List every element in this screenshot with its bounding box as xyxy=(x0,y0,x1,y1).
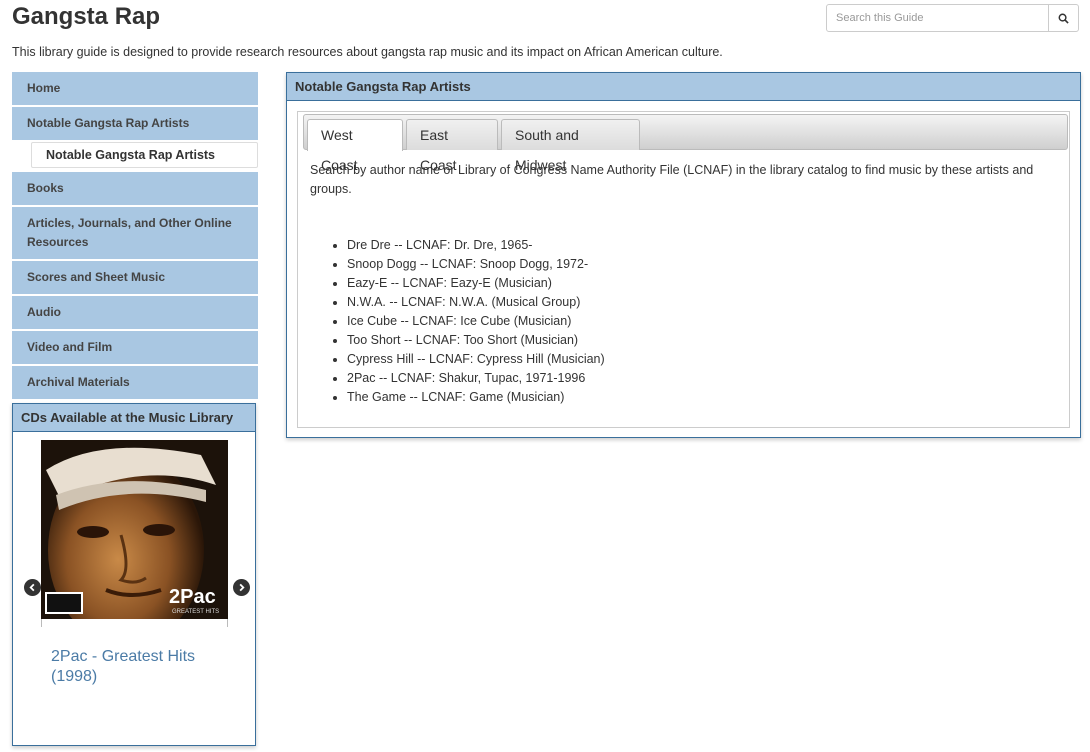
list-item: Eazy-E -- LCNAF: Eazy-E (Musician) xyxy=(347,274,605,293)
side-nav: Home Notable Gangsta Rap Artists Notable… xyxy=(12,72,258,401)
list-item: 2Pac -- LCNAF: Shakur, Tupac, 1971-1996 xyxy=(347,369,605,388)
page-title: Gangsta Rap xyxy=(12,3,161,30)
cd-title-link[interactable]: 2Pac - Greatest Hits (1998) xyxy=(51,647,241,687)
list-item: Ice Cube -- LCNAF: Ice Cube (Musician) xyxy=(347,312,605,331)
cd-box: CDs Available at the Music Library 2Pac … xyxy=(12,403,256,746)
nav-item-notable-artists[interactable]: Notable Gangsta Rap Artists xyxy=(12,107,258,140)
tab-west-coast[interactable]: West Coast xyxy=(307,119,403,173)
search-box xyxy=(826,4,1079,32)
carousel-next-button[interactable] xyxy=(233,579,250,596)
list-item: Cypress Hill -- LCNAF: Cypress Hill (Mus… xyxy=(347,350,605,369)
artist-list: Dre Dre -- LCNAF: Dr. Dre, 1965- Snoop D… xyxy=(336,236,605,407)
nav-subitem-notable-artists[interactable]: Notable Gangsta Rap Artists xyxy=(31,142,258,168)
album-separator xyxy=(41,619,228,627)
cd-box-title: CDs Available at the Music Library xyxy=(13,404,255,432)
tab-east-coast[interactable]: East Coast xyxy=(406,119,498,173)
nav-item-books[interactable]: Books xyxy=(12,172,258,205)
list-item: N.W.A. -- LCNAF: N.W.A. (Musical Group) xyxy=(347,293,605,312)
guide-description: This library guide is designed to provid… xyxy=(12,45,723,59)
nav-item-audio[interactable]: Audio xyxy=(12,296,258,329)
list-item: Too Short -- LCNAF: Too Short (Musician) xyxy=(347,331,605,350)
list-item: Dre Dre -- LCNAF: Dr. Dre, 1965- xyxy=(347,236,605,255)
tab-intro-text: Search by author name or Library of Cong… xyxy=(310,163,1034,196)
nav-item-scores[interactable]: Scores and Sheet Music xyxy=(12,261,258,294)
album-logo: 2Pac xyxy=(169,586,216,608)
nav-item-archival[interactable]: Archival Materials xyxy=(12,366,258,399)
main-box: Notable Gangsta Rap Artists West Coast E… xyxy=(286,72,1081,438)
tab-panel: West Coast East Coast South and Midwest … xyxy=(297,111,1070,428)
nav-item-articles[interactable]: Articles, Journals, and Other Online Res… xyxy=(12,207,258,259)
album-sub: GREATEST HITS xyxy=(172,609,219,615)
search-icon xyxy=(1058,13,1069,24)
chevron-right-icon xyxy=(239,583,245,592)
list-item: Snoop Dogg -- LCNAF: Snoop Dogg, 1972- xyxy=(347,255,605,274)
tab-bar: West Coast East Coast South and Midwest xyxy=(303,114,1068,173)
tab-south-midwest[interactable]: South and Midwest xyxy=(501,119,640,173)
album-cover[interactable]: 2Pac GREATEST HITS xyxy=(41,440,228,619)
nav-item-video[interactable]: Video and Film xyxy=(12,331,258,364)
carousel-prev-button[interactable] xyxy=(24,579,41,596)
nav-item-home[interactable]: Home xyxy=(12,72,258,105)
search-button[interactable] xyxy=(1048,5,1078,31)
list-item: The Game -- LCNAF: Game (Musician) xyxy=(347,388,605,407)
album-cover-art: 2Pac GREATEST HITS xyxy=(41,440,228,619)
main-box-title: Notable Gangsta Rap Artists xyxy=(287,73,1080,101)
search-input[interactable] xyxy=(827,5,1048,31)
chevron-left-icon xyxy=(29,583,35,592)
